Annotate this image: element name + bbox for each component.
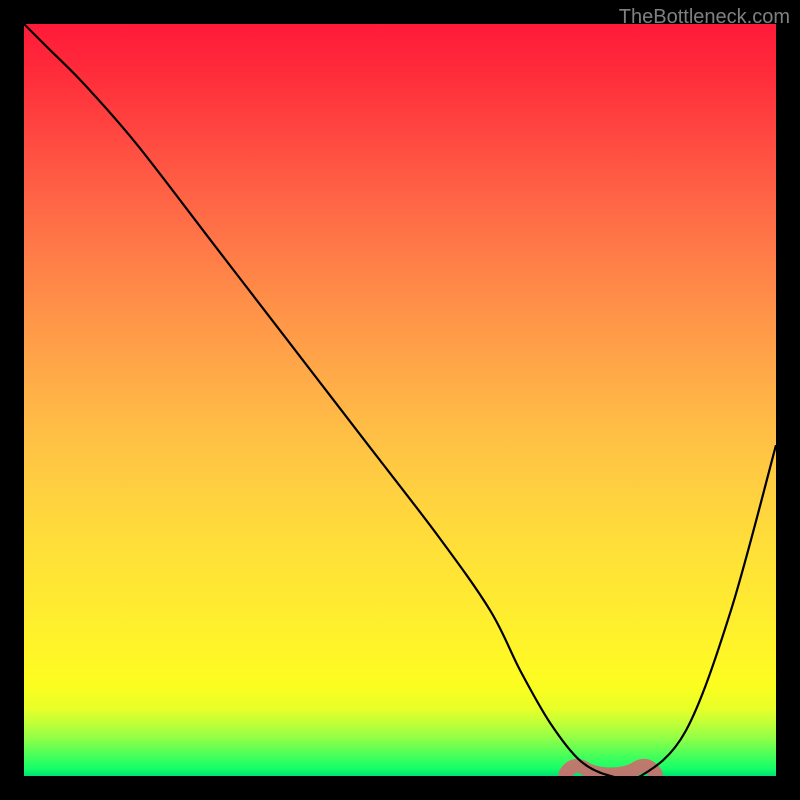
bottleneck-curve bbox=[24, 24, 776, 776]
trough-highlight bbox=[565, 766, 655, 775]
attribution-text: TheBottleneck.com bbox=[619, 6, 790, 29]
chart-svg bbox=[24, 24, 776, 776]
chart-plot-area bbox=[24, 24, 776, 776]
